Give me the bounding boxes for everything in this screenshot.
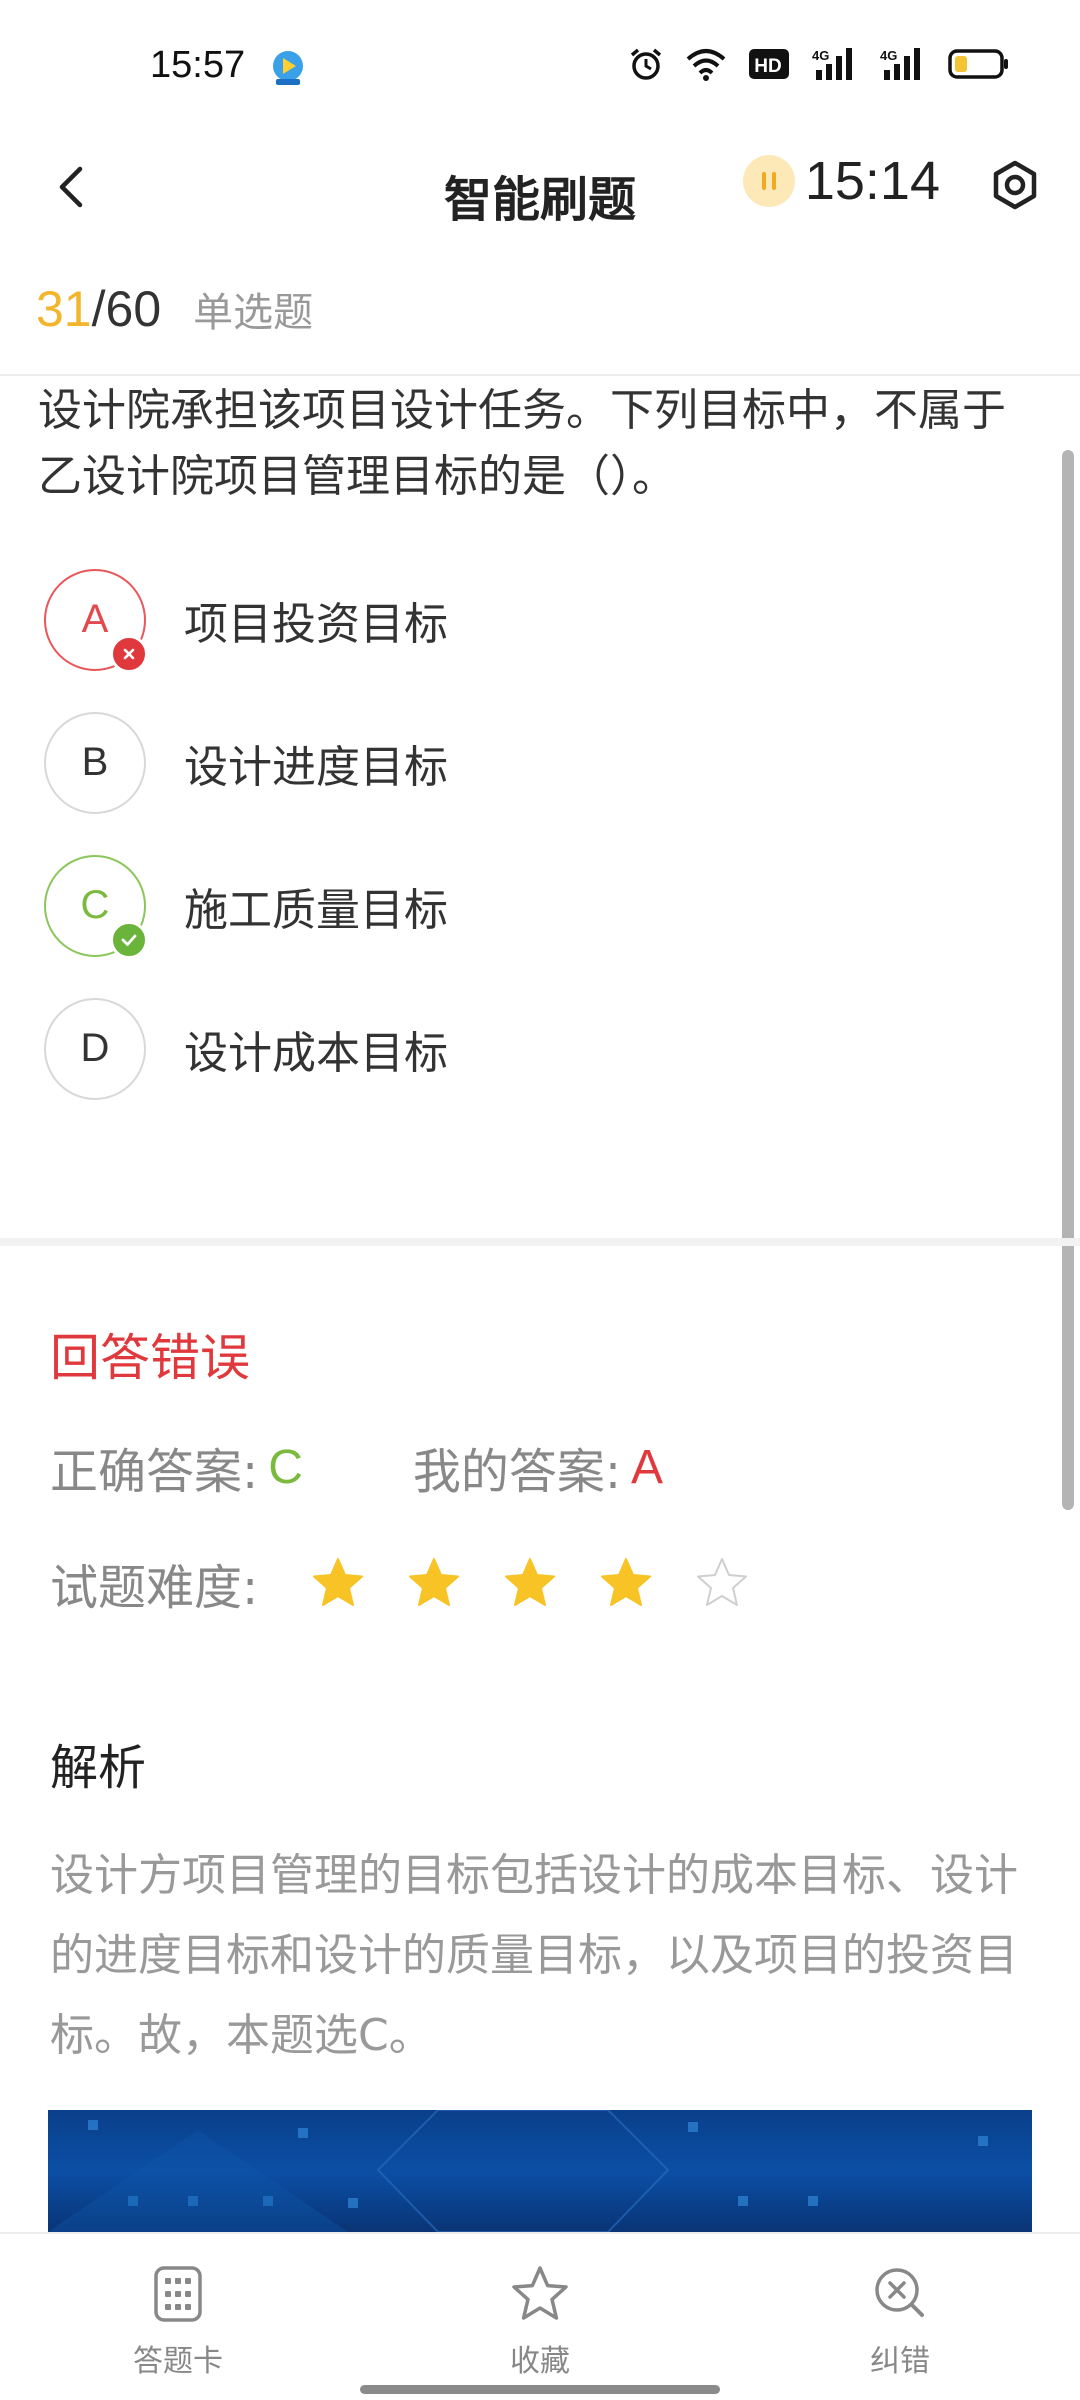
option-letter: D — [44, 997, 146, 1100]
battery-icon — [948, 48, 1010, 80]
progress-current: 31 — [36, 281, 92, 337]
nav-error-report[interactable]: 纠错 — [800, 2262, 1000, 2380]
wifi-icon — [686, 47, 726, 81]
svg-text:4G: 4G — [812, 48, 829, 63]
analysis-title: 解析 — [50, 1740, 147, 1796]
question-type: 单选题 — [193, 290, 314, 336]
progress-total: /60 — [91, 281, 162, 337]
svg-text:4G: 4G — [880, 48, 897, 63]
pause-icon[interactable] — [742, 155, 795, 207]
banner-pattern — [48, 2110, 670, 2232]
nav-favorite[interactable]: 收藏 — [440, 2262, 640, 2380]
status-icons: HD 4G 4G — [628, 46, 1010, 82]
timer-text: 15:14 — [804, 151, 940, 211]
correct-answer-label: 正确答案: — [50, 1444, 259, 1500]
result-title: 回答错误 — [50, 1329, 250, 1387]
option-d[interactable]: D 设计成本目标 — [44, 977, 1004, 1120]
question-progress: 31 /60 单选题 — [36, 280, 313, 338]
section-divider — [0, 1238, 1080, 1246]
option-letter: B — [44, 711, 146, 814]
option-label: 设计成本目标 — [184, 1027, 448, 1079]
option-label: 设计进度目标 — [184, 741, 448, 793]
header: 智能刷题 15:14 — [0, 130, 1080, 250]
options-list: A 项目投资目标 B 设计进度目标 C 施工质量目标 D 设计成本目标 — [44, 548, 1004, 1120]
nav-answer-sheet[interactable]: 答题卡 — [78, 2262, 278, 2380]
wrong-mark-icon — [110, 634, 148, 673]
star-empty-icon — [697, 1558, 748, 1606]
option-letter: C — [44, 854, 148, 959]
scrollbar-thumb[interactable] — [1062, 450, 1074, 1510]
star-filled-icon — [409, 1558, 460, 1606]
star-filled-icon — [313, 1558, 364, 1606]
check-mark-icon — [110, 920, 148, 959]
difficulty-stars — [310, 1555, 750, 1611]
nav-label: 收藏 — [510, 2344, 570, 2379]
option-label: 施工质量目标 — [184, 884, 448, 936]
difficulty-row: 试题难度: — [50, 1548, 750, 1618]
nav-label: 纠错 — [870, 2344, 930, 2379]
option-c[interactable]: C 施工质量目标 — [44, 834, 1004, 977]
ad-banner-image[interactable] — [48, 2110, 1032, 2232]
answer-row: 正确答案: C 我的答案: A — [50, 1432, 663, 1502]
alarm-icon — [628, 46, 664, 82]
app-notification-icon — [268, 48, 308, 88]
my-answer-label: 我的答案: — [412, 1444, 622, 1500]
divider — [0, 374, 1080, 376]
star-icon — [512, 2266, 568, 2320]
option-a[interactable]: A 项目投资目标 — [44, 548, 1004, 691]
star-filled-icon — [601, 1558, 652, 1606]
settings-button[interactable] — [980, 150, 1050, 220]
star-filled-icon — [505, 1558, 556, 1606]
analysis-text: 设计方项目管理的目标包括设计的成本目标、设计的进度目标和设计的质量目标，以及项目… — [50, 1850, 1018, 2061]
timer[interactable]: 15:14 — [742, 150, 940, 212]
question-text: 设计院承担该项目设计任务。下列目标中，不属于乙设计院项目管理目标的是（）。 — [38, 385, 1006, 502]
svg-text:HD: HD — [754, 56, 781, 77]
home-indicator[interactable] — [360, 2385, 720, 2394]
difficulty-label: 试题难度: — [50, 1560, 259, 1616]
status-bar: 15:57 HD 4G 4G — [0, 0, 1080, 130]
option-label: 项目投资目标 — [184, 598, 448, 650]
nav-label: 答题卡 — [133, 2344, 223, 2379]
my-answer-value: A — [631, 1440, 664, 1494]
signal-4g-icon: 4G — [880, 46, 926, 82]
option-b[interactable]: B 设计进度目标 — [44, 691, 1004, 834]
gear-icon — [993, 160, 1037, 210]
status-time: 15:57 — [150, 44, 246, 86]
signal-4g-icon: 4G — [812, 46, 858, 82]
bottom-nav: 答题卡 收藏 纠错 — [0, 2232, 1080, 2400]
error-report-icon — [875, 2268, 924, 2317]
correct-answer-value: C — [268, 1440, 303, 1494]
answer-sheet-icon — [154, 2266, 202, 2322]
option-letter: A — [44, 568, 148, 673]
hd-icon: HD — [748, 47, 790, 81]
